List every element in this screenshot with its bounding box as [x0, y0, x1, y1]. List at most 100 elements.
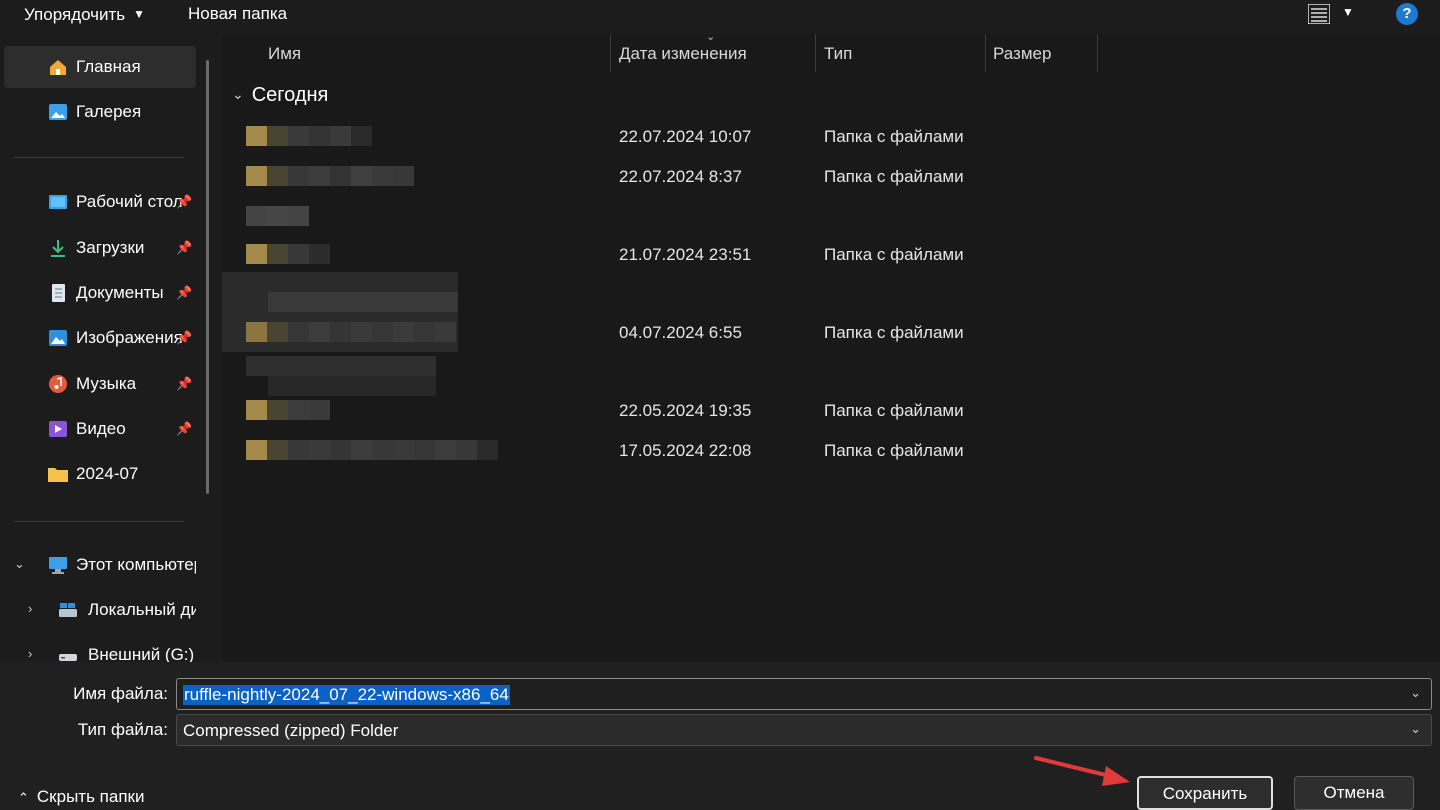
pictures-icon — [49, 330, 67, 346]
pin-icon[interactable]: 📌 — [176, 421, 192, 437]
row-date: 22.05.2024 19:35 — [619, 401, 752, 420]
sidebar-item-home[interactable]: Главная — [4, 46, 196, 88]
sidebar-item-video[interactable]: Видео 📌 — [4, 408, 196, 450]
save-options-panel: Имя файла: ruffle-nightly-2024_07_22-win… — [0, 662, 1440, 810]
sidebar-item-label: 2024-07 — [76, 464, 139, 483]
row-type: Папка с файлами — [824, 167, 964, 186]
computer-icon — [49, 557, 67, 574]
column-header-type[interactable]: Тип — [824, 44, 852, 64]
table-row[interactable]: 04.07.2024 6:55 Папка с файлами — [222, 314, 1122, 350]
sidebar-item-label: Главная — [76, 57, 141, 76]
table-row[interactable]: 17.05.2024 22:08 Папка с файлами — [222, 432, 1122, 468]
row-date: 22.07.2024 8:37 — [619, 167, 742, 186]
hide-folders-button[interactable]: ⌃ Скрыть папки — [18, 787, 144, 807]
sidebar-item-downloads[interactable]: Загрузки 📌 — [4, 227, 196, 269]
column-divider[interactable] — [985, 34, 986, 72]
column-divider[interactable] — [610, 34, 611, 72]
table-row[interactable]: 21.07.2024 23:51 Папка с файлами — [222, 236, 1122, 272]
file-name-blurred — [246, 322, 456, 342]
cancel-button[interactable]: Отмена — [1294, 776, 1414, 810]
sidebar-scrollbar[interactable] — [206, 60, 209, 494]
filetype-value: Compressed (zipped) Folder — [183, 721, 399, 740]
row-type: Папка с файлами — [824, 441, 964, 460]
pin-icon[interactable]: 📌 — [176, 285, 192, 301]
chevron-down-icon: ▼ — [133, 7, 146, 21]
column-divider[interactable] — [815, 34, 816, 72]
file-name-blurred — [246, 440, 498, 460]
table-row[interactable]: 22.05.2024 19:35 Папка с файлами — [222, 392, 1122, 428]
view-dropdown-chevron-icon[interactable]: ▼ — [1342, 5, 1354, 19]
sidebar-item-this-pc[interactable]: ⌄ Этот компьютер — [4, 544, 196, 586]
sidebar-item-folder[interactable]: 2024-07 — [4, 453, 196, 495]
organize-button[interactable]: Упорядочить ▼ — [24, 0, 145, 30]
chevron-up-icon: ⌃ — [18, 790, 29, 805]
pin-icon[interactable]: 📌 — [176, 330, 192, 346]
folder-icon — [48, 468, 68, 482]
file-name-blurred — [246, 206, 309, 226]
filetype-select[interactable]: Compressed (zipped) Folder ⌄ — [176, 714, 1432, 746]
chevron-down-icon[interactable]: ⌄ — [1410, 721, 1421, 737]
filename-label: Имя файла: — [73, 684, 168, 703]
help-icon[interactable]: ? — [1396, 3, 1418, 25]
file-list: Имя ⌄ Дата изменения Тип Размер ⌄ Сегодня… — [222, 31, 1440, 662]
sidebar-item-label: Галерея — [76, 102, 142, 121]
new-folder-button[interactable]: Новая папка — [188, 0, 287, 30]
pin-icon[interactable]: 📌 — [176, 240, 192, 256]
row-type: Папка с файлами — [824, 401, 964, 420]
music-icon — [49, 375, 67, 393]
row-type: Папка с файлами — [824, 245, 964, 264]
sidebar-item-label: Локальный диск — [88, 600, 196, 619]
pin-icon[interactable]: 📌 — [176, 376, 192, 392]
table-row[interactable]: 22.07.2024 8:37 Папка с файлами — [222, 158, 1122, 194]
save-button[interactable]: Сохранить — [1137, 776, 1273, 810]
chevron-right-icon[interactable]: › — [28, 601, 32, 616]
document-icon — [52, 284, 65, 302]
filename-input[interactable]: ruffle-nightly-2024_07_22-windows-x86_64… — [176, 678, 1432, 710]
file-name-blurred — [246, 166, 414, 186]
filename-value: ruffle-nightly-2024_07_22-windows-x86_64 — [183, 685, 510, 705]
file-name-blurred — [246, 400, 330, 420]
sidebar-divider — [14, 521, 184, 522]
video-icon — [49, 421, 67, 437]
chevron-right-icon[interactable]: › — [28, 646, 32, 661]
sidebar-item-documents[interactable]: Документы 📌 — [4, 272, 196, 314]
column-divider[interactable] — [1097, 34, 1098, 72]
download-icon — [51, 240, 65, 257]
row-type: Папка с файлами — [824, 127, 964, 146]
sidebar-item-music[interactable]: Музыка 📌 — [4, 363, 196, 405]
chevron-down-icon[interactable]: ⌄ — [14, 556, 25, 572]
row-date: 04.07.2024 6:55 — [619, 323, 742, 342]
drive-icon — [59, 603, 77, 617]
home-icon — [50, 60, 66, 75]
group-header-today[interactable]: ⌄ Сегодня — [232, 84, 328, 107]
toolbar: Упорядочить ▼ Новая папка ▼ ? — [0, 0, 1440, 34]
table-row[interactable]: 22.07.2024 10:07 Папка с файлами — [222, 118, 1122, 154]
filetype-label: Тип файла: — [77, 720, 168, 739]
chevron-down-icon[interactable]: ⌄ — [1410, 685, 1421, 701]
sidebar-item-local-disk[interactable]: › Локальный диск — [4, 589, 196, 631]
sidebar-item-gallery[interactable]: Галерея — [4, 91, 196, 133]
sidebar-item-pictures[interactable]: Изображения 📌 — [4, 317, 196, 359]
navigation-pane: Главная Галерея Рабочий стол 📌 Загрузки … — [0, 34, 222, 664]
annotation-arrow — [1034, 756, 1130, 786]
sidebar-divider — [14, 157, 184, 158]
gallery-icon — [49, 104, 67, 120]
row-date: 22.07.2024 10:07 — [619, 127, 752, 146]
row-date: 21.07.2024 23:51 — [619, 245, 752, 264]
sidebar-item-desktop[interactable]: Рабочий стол 📌 — [4, 181, 196, 223]
pin-icon[interactable]: 📌 — [176, 194, 192, 210]
column-header-name[interactable]: Имя — [268, 44, 301, 64]
column-header-size[interactable]: Размер — [993, 44, 1051, 64]
hide-folders-label: Скрыть папки — [36, 787, 145, 806]
chevron-down-icon: ⌄ — [232, 86, 244, 102]
sidebar-item-label: Этот компьютер — [76, 555, 196, 574]
group-label: Сегодня — [251, 84, 329, 106]
sort-chevron-icon: ⌄ — [706, 31, 716, 43]
column-header-date[interactable]: Дата изменения — [619, 44, 747, 64]
desktop-icon — [49, 195, 67, 209]
row-date: 17.05.2024 22:08 — [619, 441, 752, 460]
file-name-blurred — [246, 126, 372, 146]
organize-label: Упорядочить — [24, 5, 126, 24]
row-type: Папка с файлами — [824, 323, 964, 342]
view-options-icon[interactable] — [1308, 4, 1330, 24]
